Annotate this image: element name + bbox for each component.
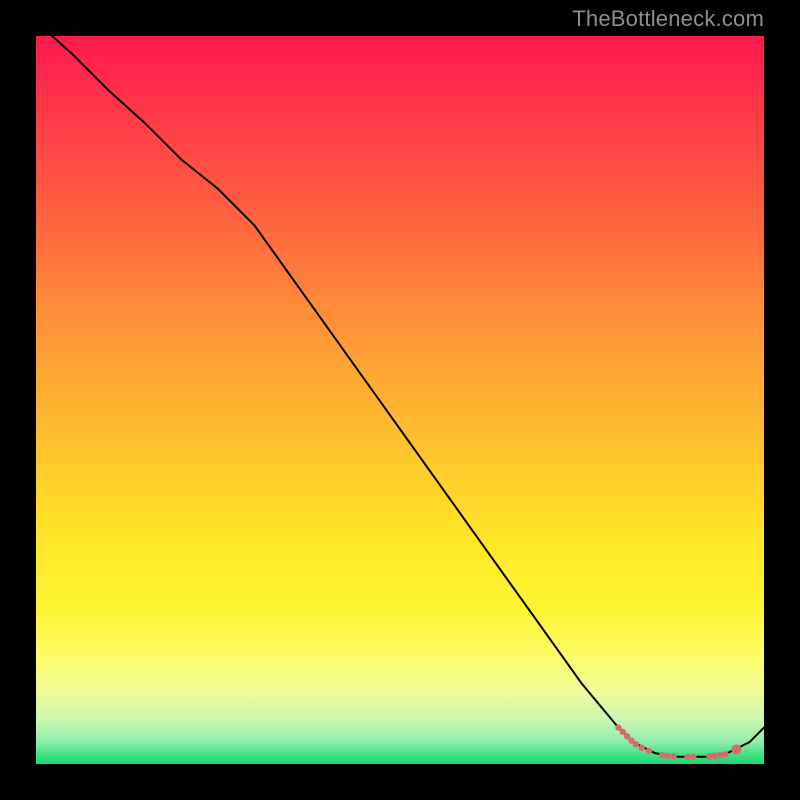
chart-plot-area: [36, 36, 764, 764]
valley-marker: [684, 754, 690, 760]
credit-label: TheBottleneck.com: [572, 6, 764, 32]
valley-marker: [665, 753, 671, 759]
chart-stage: TheBottleneck.com: [0, 0, 800, 800]
valley-marker: [731, 744, 741, 754]
valley-marker: [716, 752, 722, 758]
valley-marker: [722, 751, 728, 757]
valley-marker: [646, 748, 652, 754]
bottleneck-curve: [36, 36, 764, 757]
valley-marker: [624, 733, 630, 739]
valley-marker: [639, 745, 645, 751]
valley-marker: [633, 741, 639, 747]
chart-overlay: [36, 36, 764, 764]
valley-marker: [615, 724, 621, 730]
valley-marker: [671, 753, 677, 759]
valley-marker: [628, 738, 634, 744]
valley-marker: [620, 729, 626, 735]
valley-marker: [711, 753, 717, 759]
valley-marker: [706, 753, 712, 759]
valley-marker: [659, 752, 665, 758]
valley-marker: [690, 754, 696, 760]
